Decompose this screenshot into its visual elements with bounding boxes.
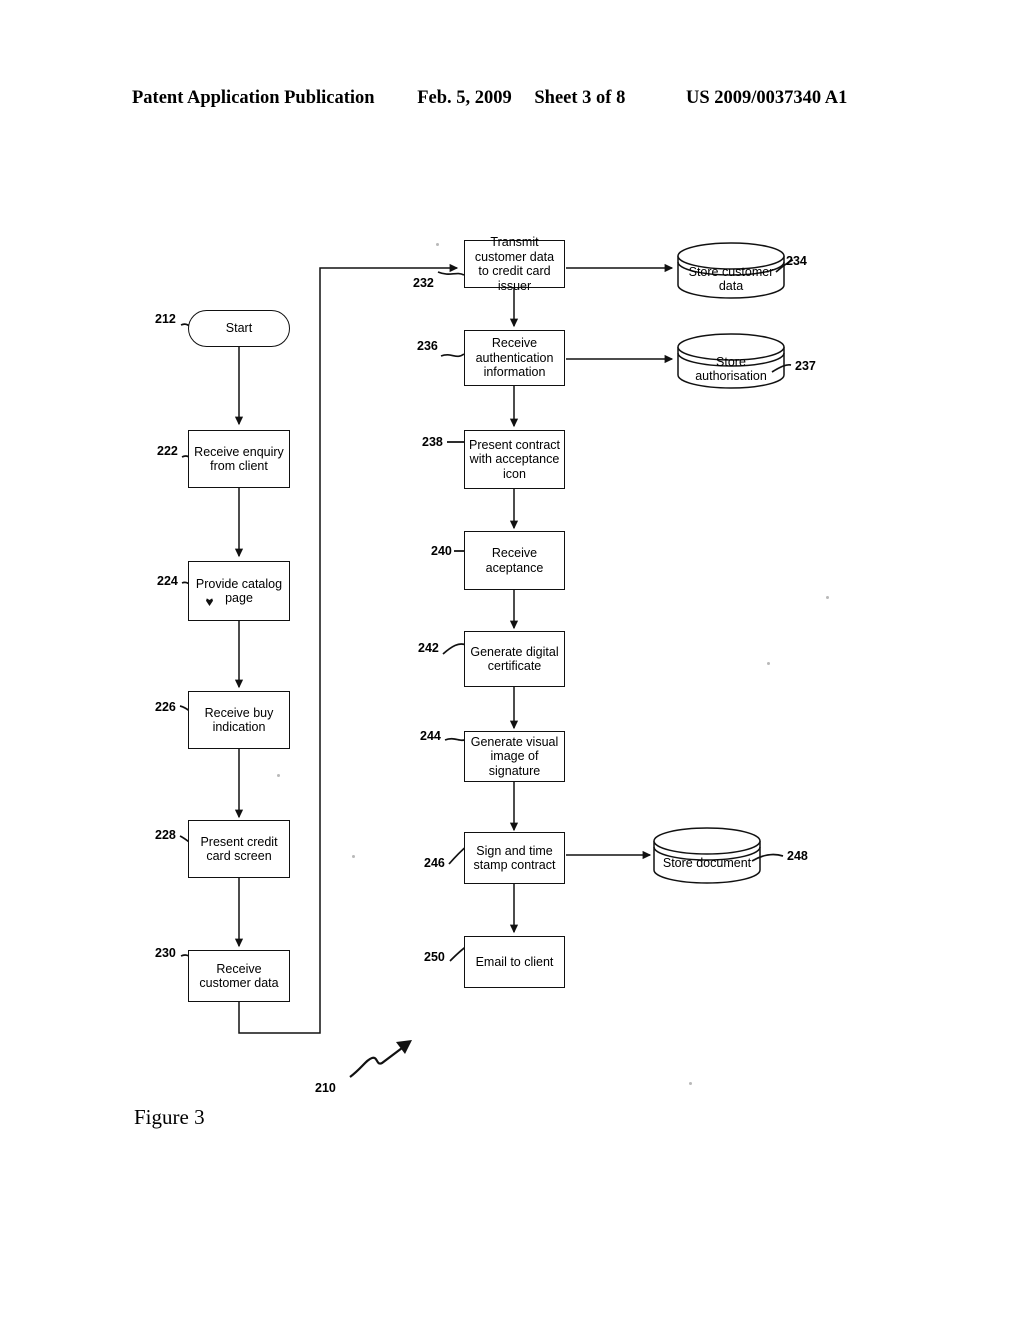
- node-generate-visual-image-of-signature-label: Generate visual image of signature: [470, 734, 559, 778]
- node-receive-acceptance[interactable]: Receive aceptance: [464, 531, 565, 590]
- ref-numeral-236: 236: [417, 339, 438, 353]
- node-email-to-client[interactable]: Email to client: [464, 936, 565, 988]
- node-store-document[interactable]: Store document: [657, 852, 757, 874]
- node-receive-enquiry[interactable]: Receive enquiry from client: [188, 430, 290, 488]
- leader-242: [442, 643, 467, 655]
- node-generate-digital-certificate[interactable]: Generate digital certificate: [464, 631, 565, 687]
- ref-numeral-242: 242: [418, 641, 439, 655]
- node-sign-and-time-stamp-contract-label: Sign and time stamp contract: [473, 843, 556, 873]
- node-start[interactable]: Start: [188, 310, 290, 347]
- ref-numeral-250: 250: [424, 950, 445, 964]
- leader-232: [437, 271, 465, 276]
- node-present-contract[interactable]: Present contract with acceptance icon: [464, 430, 565, 489]
- node-generate-digital-certificate-label: Generate digital certificate: [470, 644, 559, 674]
- ref-numeral-244: 244: [420, 729, 441, 743]
- node-receive-buy-indication[interactable]: Receive buy indication: [188, 691, 290, 749]
- scan-artifact-dot: [689, 1082, 692, 1085]
- node-receive-acceptance-label: Receive aceptance: [485, 546, 544, 575]
- node-store-customer-data-label: Store customer data: [688, 264, 774, 294]
- ref-numeral-210: 210: [315, 1081, 336, 1095]
- node-receive-customer-data[interactable]: Receive customer data: [188, 950, 290, 1002]
- ref-numeral-224: 224: [157, 574, 178, 588]
- ref-numeral-230: 230: [155, 946, 176, 960]
- node-provide-catalog[interactable]: Provide catalog page: [188, 561, 290, 621]
- ref-numeral-222: 222: [157, 444, 178, 458]
- ref-numeral-238: 238: [422, 435, 443, 449]
- node-receive-enquiry-label: Receive enquiry from client: [194, 444, 284, 474]
- node-transmit-customer-data[interactable]: Transmit customer data to credit card is…: [464, 235, 565, 293]
- node-store-document-label: Store document: [662, 855, 752, 870]
- scan-artifact-dot: [352, 855, 355, 858]
- patent-figure-page: Patent Application Publication Feb. 5, 2…: [0, 0, 1024, 1320]
- node-store-authorisation[interactable]: Store authorisation: [681, 352, 781, 386]
- node-receive-authentication-information-label: Receive authentication information: [475, 336, 554, 380]
- ref-numeral-248: 248: [787, 849, 808, 863]
- scan-artifact-dot: [767, 662, 770, 665]
- figure-caption: Figure 3: [134, 1105, 205, 1129]
- node-store-customer-data[interactable]: Store customer data: [681, 262, 781, 296]
- ref-numeral-240: 240: [431, 544, 452, 558]
- leader-236: [440, 353, 465, 358]
- node-transmit-customer-data-label: Transmit customer data to credit card is…: [474, 235, 555, 293]
- node-sign-and-time-stamp-contract[interactable]: Sign and time stamp contract: [464, 832, 565, 884]
- ref-numeral-232: 232: [413, 276, 434, 290]
- scan-artifact-dot: [826, 596, 829, 599]
- scan-artifact-dot: [436, 243, 439, 246]
- node-email-to-client-label: Email to client: [475, 954, 554, 969]
- scan-artifact-dot: [277, 774, 280, 777]
- node-present-credit-card-screen-label: Present credit card screen: [200, 834, 278, 864]
- figure-leader-squiggle: [349, 1040, 412, 1078]
- node-generate-visual-image-of-signature[interactable]: Generate visual image of signature: [464, 731, 565, 782]
- ref-numeral-246: 246: [424, 856, 445, 870]
- node-present-contract-label: Present contract with acceptance icon: [469, 437, 561, 481]
- node-receive-buy-indication-label: Receive buy indication: [204, 705, 274, 735]
- node-present-credit-card-screen[interactable]: Present credit card screen: [188, 820, 290, 878]
- node-start-label: Start: [225, 321, 253, 336]
- ref-numeral-212: 212: [155, 312, 176, 326]
- node-receive-authentication-information[interactable]: Receive authentication information: [464, 330, 565, 386]
- node-store-authorisation-label: Store authorisation: [695, 354, 767, 384]
- node-receive-customer-data-label: Receive customer data: [199, 961, 279, 991]
- ref-numeral-237: 237: [795, 359, 816, 373]
- ref-numeral-234: 234: [786, 254, 807, 268]
- ref-numeral-228: 228: [155, 828, 176, 842]
- ref-numeral-226: 226: [155, 700, 176, 714]
